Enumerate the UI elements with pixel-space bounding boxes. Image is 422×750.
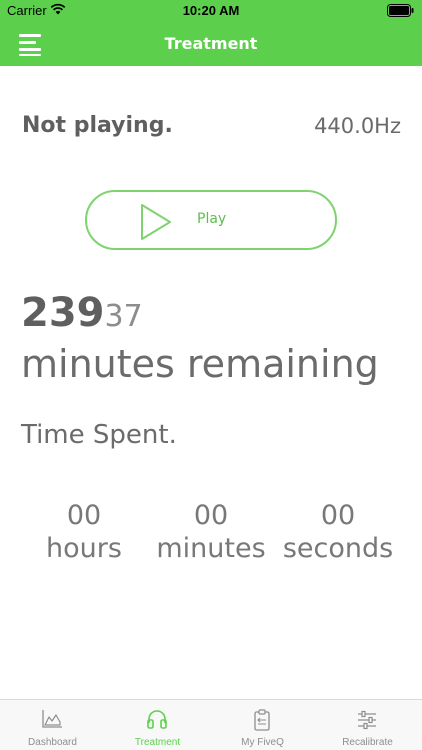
remaining-seconds-value: 37 xyxy=(104,299,143,334)
remaining-counter: 23937 xyxy=(21,290,143,336)
tab-treatment-label: Treatment xyxy=(134,737,181,748)
minutes-value: 00 xyxy=(193,500,229,531)
hours-counter: 00 hours xyxy=(19,500,149,566)
frequency-value: 440.0Hz xyxy=(314,114,401,138)
hours-value: 00 xyxy=(66,500,102,531)
minutes-counter: 00 minutes xyxy=(146,500,276,566)
status-time: 10:20 AM xyxy=(182,3,240,18)
clipboard-icon xyxy=(254,709,270,731)
tab-bar: Dashboard Treatment My FiveQ Recalibrate xyxy=(0,699,422,750)
time-spent-heading: Time Spent. xyxy=(21,420,177,450)
play-button[interactable]: Play xyxy=(85,190,337,250)
play-icon xyxy=(139,203,173,245)
seconds-counter: 00 seconds xyxy=(273,500,403,566)
tab-recalibrate-label: Recalibrate xyxy=(342,737,393,748)
remaining-minutes-value: 239 xyxy=(21,290,105,336)
navigation-bar: Treatment xyxy=(0,22,422,66)
playback-status: Not playing. xyxy=(22,113,173,138)
area-chart-icon xyxy=(42,710,62,728)
tab-dashboard-label: Dashboard xyxy=(28,737,77,748)
page-title: Treatment xyxy=(164,34,258,53)
headphones-icon xyxy=(147,710,167,729)
sliders-icon xyxy=(358,710,376,730)
remaining-label: minutes remaining xyxy=(21,342,379,386)
tab-my-fiveq[interactable]: My FiveQ xyxy=(210,700,315,750)
status-bar: Carrier 10:20 AM xyxy=(0,0,422,22)
tab-dashboard[interactable]: Dashboard xyxy=(0,700,105,750)
seconds-value: 00 xyxy=(320,500,356,531)
seconds-unit: seconds xyxy=(282,533,394,564)
hours-unit: hours xyxy=(46,533,122,564)
tab-treatment[interactable]: Treatment xyxy=(105,700,210,750)
minutes-unit: minutes xyxy=(156,533,266,564)
tab-my-fiveq-label: My FiveQ xyxy=(241,737,284,748)
play-button-label: Play xyxy=(197,211,227,227)
battery-icon xyxy=(387,4,414,20)
tab-recalibrate[interactable]: Recalibrate xyxy=(315,700,420,750)
